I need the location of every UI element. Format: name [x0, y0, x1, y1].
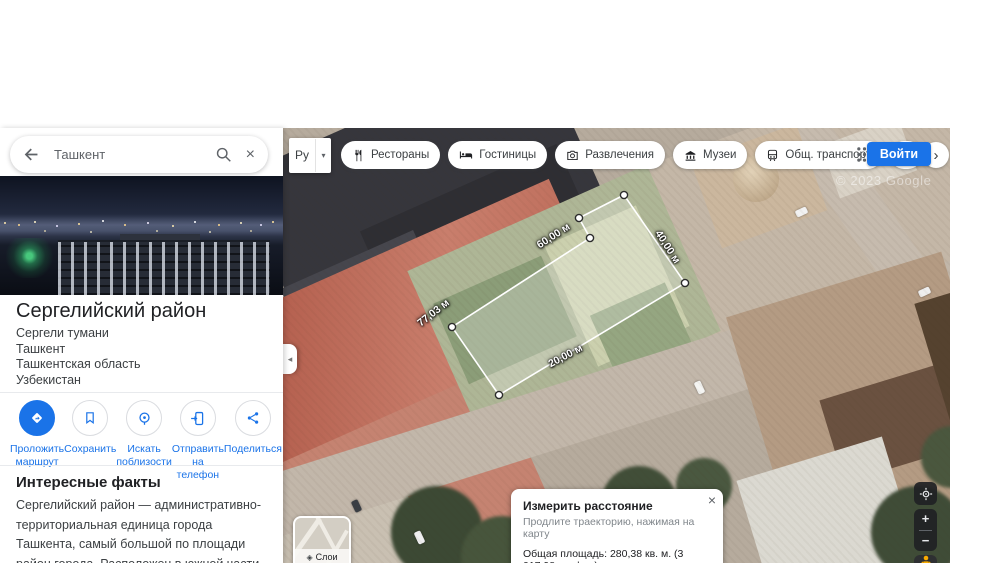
chip-label: Рестораны	[371, 149, 430, 161]
divider	[0, 392, 283, 393]
action-label: Сохранить	[64, 443, 117, 455]
sidebar-collapse-tab[interactable]: ◂	[283, 344, 297, 374]
measure-vertex[interactable]	[585, 233, 595, 243]
measure-vertex[interactable]	[447, 322, 457, 332]
action-label: Поделиться	[223, 443, 282, 455]
google-maps-screenshot: © 2023 Google 60,00 м 40,00 м 77,03 м 20…	[0, 0, 1000, 563]
chip-label: Музеи	[702, 149, 737, 161]
input-language-selector[interactable]: Ру ▾	[289, 137, 331, 173]
save-button[interactable]: Сохранить	[64, 400, 116, 482]
address-block: Сергели тумани Ташкент Ташкентская облас…	[16, 326, 141, 388]
restaurant-icon	[355, 149, 362, 161]
directions-button[interactable]: Проложить маршрут	[10, 400, 64, 482]
sign-in-button[interactable]: Войти	[866, 142, 931, 166]
place-photo[interactable]	[0, 176, 283, 295]
measure-area-value: Общая площадь: 280,38 кв. м. (3 017,98 к…	[523, 548, 684, 563]
maps-window: © 2023 Google 60,00 м 40,00 м 77,03 м 20…	[0, 128, 950, 563]
address-line: Ташкентская область	[16, 357, 141, 371]
address-line: Узбекистан	[16, 372, 81, 387]
measure-vertex[interactable]	[680, 278, 690, 288]
directions-icon	[19, 400, 56, 436]
send-to-phone-icon	[179, 400, 216, 436]
zoom-in-button[interactable]: +	[914, 509, 937, 530]
city-lights	[4, 222, 6, 224]
city-glow	[0, 214, 283, 236]
hotel-icon	[460, 151, 473, 159]
input-language-label: Ру	[289, 138, 316, 172]
chip-hotels[interactable]: Гостиницы	[448, 141, 548, 169]
zoom-out-button[interactable]: −	[914, 531, 937, 552]
address-line: Ташкент	[16, 341, 66, 356]
address-line: Сергели тумани	[16, 326, 109, 340]
search-icon[interactable]	[215, 146, 232, 163]
chip-attractions[interactable]: Развлечения	[555, 141, 665, 169]
apartment-building	[58, 242, 270, 295]
layers-button[interactable]: ◈ Слои	[293, 516, 351, 563]
measure-panel-title: Измерить расстояние	[523, 499, 653, 513]
chip-label: Развлечения	[585, 149, 654, 161]
page-title: Сергелийский район	[16, 300, 207, 322]
share-icon	[234, 400, 271, 436]
zoom-control: + −	[914, 509, 937, 551]
close-icon[interactable]: ×	[246, 146, 255, 164]
museum-icon	[685, 150, 696, 161]
search-nearby-button[interactable]: Искать поблизости	[116, 400, 172, 482]
chevron-left-icon: ◂	[287, 353, 293, 364]
chip-restaurants[interactable]: Рестораны	[341, 141, 441, 169]
bookmark-icon	[72, 400, 109, 436]
chip-label: Гостиницы	[479, 149, 537, 161]
measure-vertex[interactable]	[619, 190, 629, 200]
action-buttons-row: Проложить маршрут Сохранить Искать побли…	[10, 400, 282, 482]
layers-label: Слои	[315, 552, 338, 562]
measure-panel-hint: Продлите траекторию, нажимая на карту	[523, 516, 695, 540]
facts-body: Сергелийский район — административно-тер…	[16, 498, 262, 563]
pegman-icon	[920, 555, 931, 563]
chevron-right-icon: ›	[933, 146, 939, 164]
chevron-down-icon[interactable]: ▾	[316, 151, 331, 160]
place-sidebar: Ташкент × Сергелийский район Сергели тум…	[0, 128, 283, 563]
transit-icon	[768, 149, 778, 161]
my-location-button[interactable]	[914, 482, 937, 505]
category-chipbar: Ру ▾ Рестораны Гостиницы Развлечения Муз…	[283, 128, 950, 182]
facts-text: Сергелийский район — административно-тер…	[16, 496, 269, 563]
search-input[interactable]: Ташкент	[54, 147, 215, 162]
send-to-phone-button[interactable]: Отправить на телефон	[172, 400, 224, 482]
chip-museums[interactable]: Музеи	[672, 141, 748, 169]
measure-vertex[interactable]	[494, 390, 504, 400]
action-label: Отправить на телефон	[171, 443, 224, 481]
measure-distance-panel: × Измерить расстояние Продлите траектори…	[511, 489, 723, 563]
green-lights	[6, 238, 58, 278]
close-icon[interactable]: ×	[708, 493, 716, 507]
facts-heading: Интересные факты	[16, 474, 161, 491]
camera-icon	[567, 150, 578, 160]
pegman-button[interactable]	[914, 555, 937, 563]
nearby-icon	[126, 400, 163, 436]
satellite-map[interactable]: © 2023 Google 60,00 м 40,00 м 77,03 м 20…	[283, 128, 950, 563]
search-bar[interactable]: Ташкент ×	[10, 136, 268, 173]
divider	[0, 465, 283, 466]
back-arrow-icon[interactable]	[23, 146, 40, 163]
layers-label-strip: ◈ Слои	[295, 549, 349, 563]
share-button[interactable]: Поделиться	[224, 400, 282, 482]
my-location-icon	[919, 487, 932, 500]
layers-icon: ◈	[306, 552, 313, 562]
measure-vertex[interactable]	[574, 213, 584, 223]
